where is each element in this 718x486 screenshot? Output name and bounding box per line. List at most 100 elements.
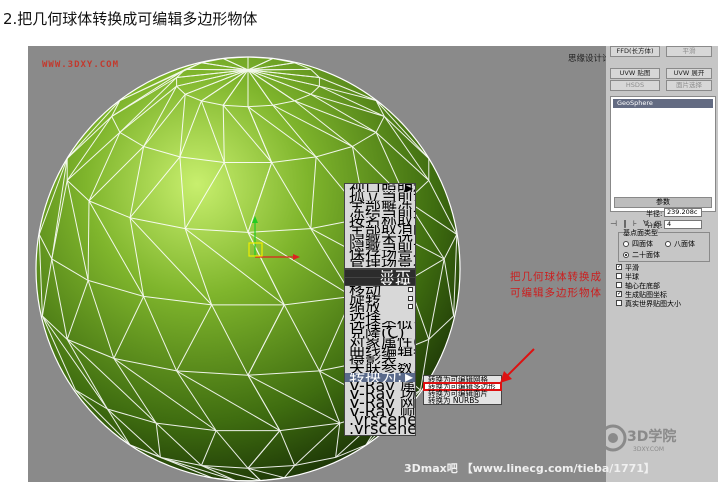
convert-submenu-item[interactable]: 转换为 NURBS — [424, 397, 501, 404]
modifier-button[interactable]: UVW 贴图 — [610, 68, 660, 79]
option-checkbox[interactable] — [616, 273, 622, 279]
transform-menu-item-label: 关联参数... — [349, 364, 415, 373]
transform-menu-item[interactable]: 关联参数... — [345, 364, 415, 373]
basetype-radio[interactable] — [623, 241, 629, 247]
page-heading: 2.把几何球体转换成可编辑多边形物体 — [3, 10, 258, 28]
transform-menu-item[interactable]: 克隆(C) — [345, 329, 415, 338]
basetype-radio[interactable] — [623, 252, 629, 258]
geosphere-render[interactable] — [28, 46, 606, 482]
transform-menu-item[interactable]: 移动 — [345, 286, 415, 295]
transform-menu-item[interactable]: 旋转 — [345, 295, 415, 304]
option-checkbox-label: 真实世界贴图大小 — [625, 300, 681, 308]
modifier-button[interactable]: 面片选择 — [666, 80, 712, 91]
display-menu-item-label: 保存场景状态... — [349, 250, 415, 258]
convert-to-submenu: 转换为可编辑网格 转换为可编辑多边形 转换为可编辑面片 转换为 NURBS — [423, 375, 502, 405]
convert-submenu-item-label: 转换为可编辑面片 — [428, 390, 488, 397]
bottom-watermark: 3Dmax吧 【www.linecg.com/tieba/1771】 — [404, 462, 655, 475]
settings-box-icon[interactable] — [408, 295, 413, 301]
modifier-button[interactable]: 平滑 — [666, 46, 712, 57]
display-menu-item[interactable]: 按名称取消隐藏 — [345, 217, 415, 225]
segments-field[interactable]: 4 — [664, 220, 702, 229]
option-checkbox[interactable] — [616, 300, 622, 306]
convert-submenu-item-label: 转换为可编辑网格 — [428, 376, 488, 383]
transform-menu-item[interactable]: .vrscene 文件导出器 — [345, 416, 415, 425]
transform-menu-item-label: .vrscene 动画导出器 — [349, 425, 415, 434]
option-checkbox[interactable]: ✓ — [616, 291, 622, 297]
convert-submenu-item[interactable]: 转换为可编辑多边形 — [423, 382, 502, 391]
transform-menu-item[interactable]: V-Ray 属性 — [345, 382, 415, 391]
submenu-arrow-icon: ▸ — [405, 373, 413, 382]
transform-menu-item[interactable]: .vrscene 动画导出器 — [345, 425, 415, 434]
display-menu-item[interactable]: 隐藏当前选择 — [345, 242, 415, 250]
modifier-button[interactable]: FFD(长方体) — [610, 46, 660, 57]
modifier-stack[interactable]: GeoSphere — [610, 96, 716, 212]
transform-menu-item-label: 旋转 — [349, 295, 381, 304]
transform-menu-item[interactable]: 选择 — [345, 312, 415, 321]
display-menu-item[interactable]: 隐藏未选定对象 — [345, 234, 415, 242]
settings-box-icon[interactable] — [408, 304, 413, 310]
modifier-button[interactable]: UVW 展开 — [666, 68, 712, 79]
transform-menu-item-label: 转换为: — [349, 373, 402, 382]
pin-icon[interactable]: ⊣ — [610, 219, 617, 228]
display-menu-item-label: 管理场景状态... — [349, 259, 415, 267]
display-menu-item[interactable]: 冻结当前选择 — [345, 209, 415, 217]
transform-menu-item[interactable]: V-Ray 网格导出 — [345, 399, 415, 408]
transform-menu-item[interactable]: 摄影表... — [345, 356, 415, 365]
brand-name: 3D学院 — [627, 429, 677, 445]
settings-box-icon[interactable] — [408, 287, 413, 292]
display-menu-item[interactable]: 管理场景状态... — [345, 259, 415, 267]
basetype-radio[interactable] — [665, 241, 671, 247]
display-menu-item-label: 冻结当前选择 — [349, 209, 415, 217]
pipe-icon[interactable]: ∥ — [623, 219, 627, 228]
stack-item-geosphere[interactable]: GeoSphere — [613, 99, 713, 108]
quad-menu-transform: 移动旋转缩放选择选择类似对象(S)克隆(C)对象属性(P)...曲线编辑器...… — [344, 285, 416, 436]
transform-menu-item-label: 克隆(C) — [349, 329, 405, 338]
transform-menu-item-label: .vrscene 文件导出器 — [349, 416, 415, 425]
option-checkbox[interactable] — [616, 282, 622, 288]
display-menu-item[interactable]: 视口照明和阴影▸ — [345, 184, 415, 192]
display-menu-item[interactable]: 全部解冻 — [345, 201, 415, 209]
wire-edge — [247, 68, 311, 71]
transform-menu-item-label: 选择 — [349, 312, 381, 321]
perspective-viewport[interactable]: WWW.3DXY.COM — [28, 46, 606, 482]
transform-menu-item[interactable]: V-Ray 帧缓冲区 — [345, 408, 415, 417]
quad-menu-display: 视口照明和阴影▸孤立当前选择全部解冻冻结当前选择按名称取消隐藏全部取消隐藏隐藏未… — [344, 183, 416, 269]
convert-submenu-item[interactable]: 转换为可编辑面片 — [424, 390, 501, 397]
show-end-icon[interactable]: ⊦ — [633, 219, 637, 228]
display-menu-item[interactable]: 孤立当前选择 — [345, 192, 415, 200]
basetype-group: 基点面类型 四面体 八面体 二十面体 — [618, 228, 710, 262]
basetype-label: 基点面类型 — [623, 228, 658, 238]
convert-submenu-item-label: 转换为可编辑多边形 — [428, 383, 496, 390]
display-menu-item-label: 全部取消隐藏 — [349, 225, 415, 233]
transform-menu-item[interactable]: V-Ray 场景转换器 — [345, 390, 415, 399]
transform-menu-item-label: 曲线编辑器... — [349, 347, 415, 356]
basetype-radio-label: 二十面体 — [632, 251, 660, 259]
option-checkbox[interactable]: ✓ — [616, 264, 622, 270]
transform-menu-item[interactable]: 转换为:▸ — [345, 372, 415, 382]
command-panel: FFD(长方体) 平滑 UVW 贴图 UVW 展开 HSDS 面片选择 GeoSphere… — [606, 46, 718, 482]
radius-field[interactable]: 239.208c — [664, 208, 702, 217]
transform-menu-item-label: V-Ray 帧缓冲区 — [349, 408, 415, 417]
display-menu-item[interactable]: 保存场景状态... — [345, 250, 415, 258]
modifier-button[interactable]: HSDS — [610, 80, 660, 91]
convert-submenu-item[interactable]: 转换为可编辑网格 — [424, 376, 501, 383]
transform-menu-item[interactable]: 选择类似对象(S) — [345, 321, 415, 330]
radius-label: 半径: — [646, 210, 663, 218]
transform-menu-item[interactable]: 曲线编辑器... — [345, 347, 415, 356]
brand-site: 3DXY.COM — [633, 446, 664, 453]
transform-menu-item[interactable]: 对象属性(P)... — [345, 338, 415, 347]
transform-menu-item-label: 对象属性(P)... — [349, 338, 415, 347]
submenu-arrow-icon: ▸ — [405, 184, 413, 192]
brand-logo-icon — [599, 424, 627, 452]
transform-menu-item[interactable]: 缩放 — [345, 303, 415, 312]
display-menu-item-label: 按名称取消隐藏 — [349, 217, 415, 225]
display-menu-item[interactable]: 全部取消隐藏 — [345, 225, 415, 233]
transform-menu-item-label: 缩放 — [349, 303, 381, 312]
display-menu-item-label: 全部解冻 — [349, 201, 413, 209]
display-menu-item-label: 隐藏未选定对象 — [349, 234, 415, 242]
transform-menu-item-label: V-Ray 属性 — [349, 382, 415, 391]
brand-watermark: 3D学院 3DXY.COM — [597, 420, 697, 460]
transform-menu-item-label: 移动 — [349, 286, 381, 295]
display-menu-item-label: 隐藏当前选择 — [349, 242, 415, 250]
params-rollout-header[interactable]: 参数 — [614, 197, 712, 208]
